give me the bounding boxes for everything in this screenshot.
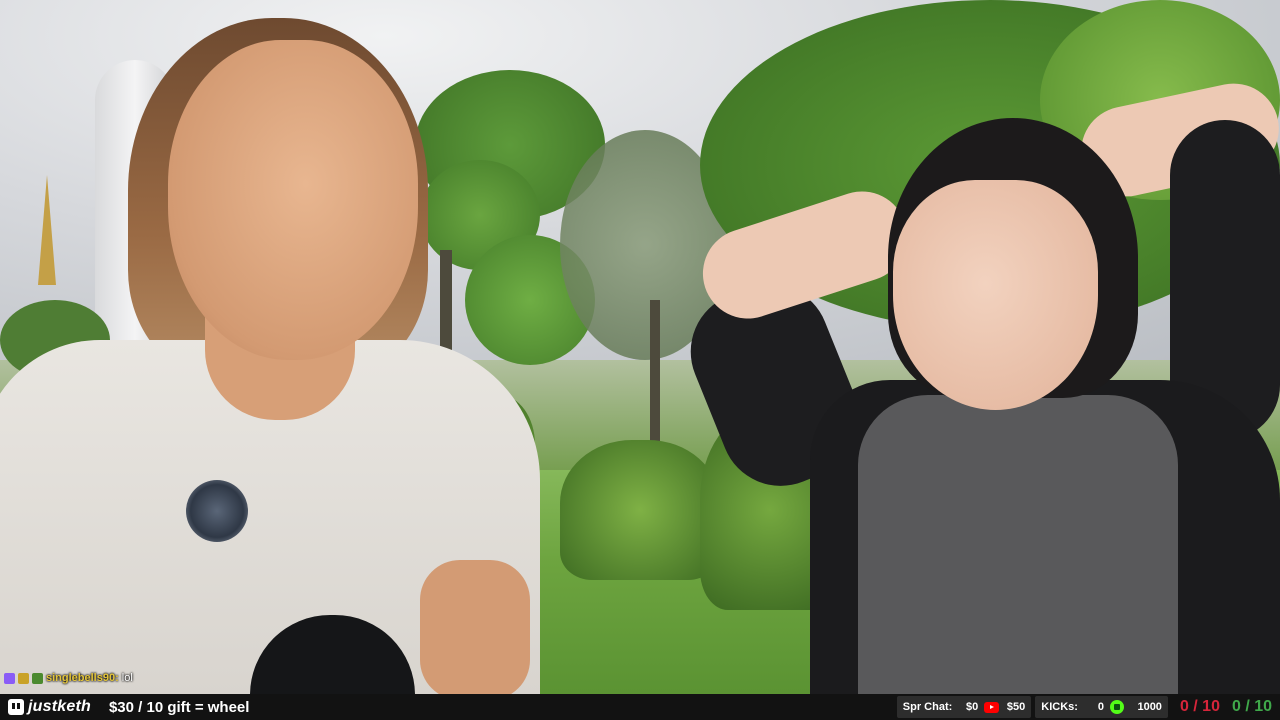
gift-badge-icon: [32, 672, 43, 684]
bits-badge-icon: [18, 672, 29, 684]
subscriber-badge-icon: [4, 672, 15, 684]
red-counter: 0 / 10: [1179, 698, 1220, 715]
kick-goal-value: 1000: [1137, 701, 1162, 713]
stream-stats: Spr Chat: $0 $50 KICKs: 0 1000 0 / 10 0 …: [896, 694, 1280, 720]
channel-tag: justketh: [0, 694, 99, 720]
green-counter: 0 / 10: [1231, 698, 1272, 715]
kick-icon: [1109, 700, 1124, 714]
youtube-value: $50: [1006, 701, 1026, 713]
chat-message: singlebells90: lol: [4, 670, 133, 686]
youtube-icon: [984, 701, 1000, 713]
kicks-pill: KICKs: 0 1000: [1035, 696, 1168, 718]
stream-video: [0, 0, 1280, 694]
streamer-right-face: [893, 180, 1098, 410]
hedge: [560, 440, 720, 580]
channel-name: justketh: [28, 698, 91, 715]
promo-text: $30 / 10 gift = wheel: [108, 698, 250, 716]
streamer-left-face: [168, 40, 418, 360]
temple-spire: [38, 175, 56, 285]
chat-text: lol: [121, 672, 133, 684]
super-chat-pill: Spr Chat: $0 $50: [896, 696, 1032, 718]
kicks-label: KICKs:: [1041, 701, 1078, 713]
twitch-icon: [8, 699, 24, 715]
stream-ticker-bar: justketh $30 / 10 gift = wheel Spr Chat:…: [0, 694, 1280, 720]
lapel-mic: [186, 480, 248, 542]
chat-username: singlebells90:: [46, 672, 119, 684]
kicks-value: 0: [1097, 701, 1104, 713]
tree-trunk: [650, 300, 660, 450]
super-chat-label: Spr Chat:: [902, 701, 953, 713]
super-chat-value: $0: [966, 701, 979, 713]
